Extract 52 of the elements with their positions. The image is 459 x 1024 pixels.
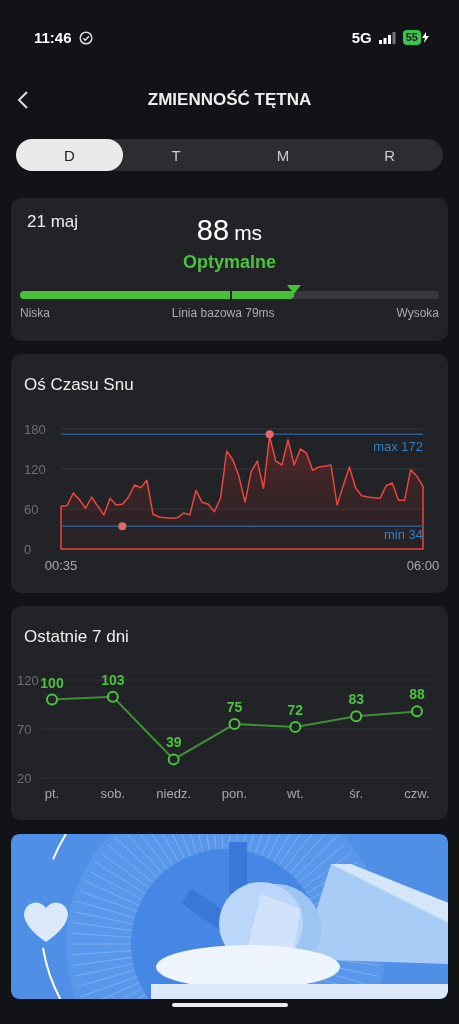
y-axis-label: 180	[24, 422, 46, 437]
x-axis-label: sob.	[100, 786, 126, 801]
baseline-label: Linia bazowa 79ms	[171, 306, 275, 320]
data-point	[228, 718, 241, 731]
check-circle-icon	[78, 30, 93, 45]
clock-time: 11:46	[34, 29, 72, 46]
data-point	[46, 693, 58, 706]
x-axis-label: 00:35	[44, 558, 78, 573]
date-label: 21 maj	[27, 212, 79, 232]
value-label: 75	[226, 699, 243, 716]
card-title: Ostatnie 7 dni	[24, 626, 130, 648]
period-tab[interactable]: D	[16, 139, 123, 171]
low-label: Niska	[20, 306, 50, 320]
value-label: 100	[40, 674, 64, 691]
x-axis-label: pt.	[44, 786, 60, 801]
period-tab[interactable]: R	[336, 139, 443, 171]
data-point	[106, 690, 119, 703]
x-axis-label: niedz.	[156, 786, 191, 801]
y-axis-label: 0	[24, 542, 32, 557]
y-axis-label: 120	[17, 673, 39, 688]
extreme-point	[265, 430, 274, 439]
period-tab[interactable]: T	[122, 139, 230, 171]
y-axis-label: 20	[17, 771, 32, 786]
x-axis-label: pon.	[221, 786, 248, 801]
x-axis-label: 06:00	[406, 558, 440, 573]
period-tab[interactable]: M	[229, 139, 337, 171]
x-axis-label: śr.	[349, 786, 364, 801]
extreme-point	[118, 522, 127, 531]
y-axis-label: 70	[17, 722, 32, 737]
data-point	[289, 721, 302, 734]
data-point	[411, 705, 423, 718]
x-axis-label: wt.	[287, 786, 304, 801]
value-label: 88	[409, 686, 425, 703]
card-title: Oś Czasu Snu	[24, 374, 135, 396]
value-label: 103	[101, 671, 125, 688]
high-label: Wysoka	[396, 306, 439, 320]
y-axis-label: 60	[24, 502, 39, 517]
status-label: Optymalne	[182, 252, 277, 273]
battery-level: 55	[402, 30, 421, 45]
x-axis-label: czw.	[404, 786, 430, 801]
value-label: 39	[165, 734, 182, 751]
network-type: 5G	[351, 29, 372, 46]
hrv-unit: ms	[234, 221, 263, 245]
reference-label: max 172	[373, 439, 423, 455]
page-title: ZMIENNOŚĆ TĘTNA	[147, 90, 312, 110]
y-axis-label: 120	[24, 462, 46, 477]
signal-icon	[378, 31, 396, 44]
hrv-value: 88	[196, 214, 230, 247]
data-point	[350, 710, 363, 723]
value-label: 72	[287, 702, 304, 719]
value-label: 83	[348, 691, 364, 708]
data-point	[167, 753, 180, 766]
